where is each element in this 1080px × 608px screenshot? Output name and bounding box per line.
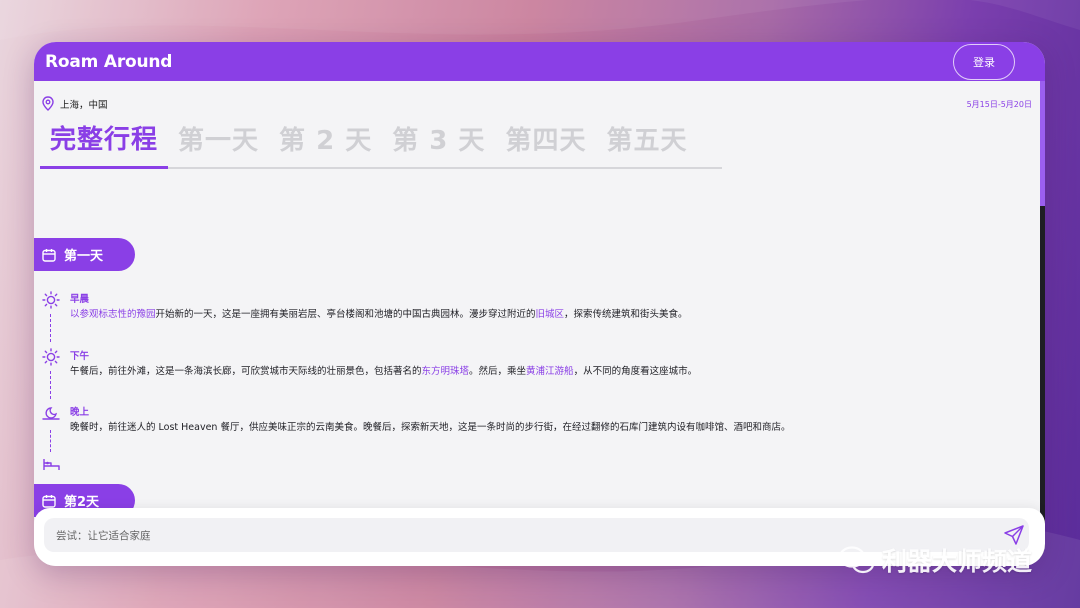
tab-day-4[interactable]: 第四天 (495, 120, 596, 167)
day-header-day-1: 第一天 (34, 238, 135, 271)
period-description: 午餐后，前往外滩，这是一条海滨长廊，可欣赏城市天际线的壮丽景色，包括著名的东方明… (70, 366, 698, 377)
period-label: 早晨 (70, 294, 90, 305)
sunset-icon (42, 407, 60, 420)
timeline-connector (50, 430, 51, 452)
location-text: 上海，中国 (60, 99, 108, 111)
map-pin-icon (42, 96, 54, 111)
app-header: Roam Around 登录 (34, 42, 1045, 81)
wechat-icon (838, 546, 875, 574)
login-button[interactable]: 登录 (953, 43, 1015, 80)
period-label: 晚上 (70, 407, 90, 418)
tab-full-itinerary[interactable]: 完整行程 (40, 119, 169, 169)
tab-day-2[interactable]: 第 2 天 (269, 120, 382, 167)
highlight-link[interactable]: 东方明珠塔 (422, 366, 470, 377)
period-description: 以参观标志性的豫园开始新的一天，这是一座拥有美丽岩层、亭台楼阁和池塘的中国古典园… (70, 309, 688, 320)
day-tabs: 完整行程 第一天 第 2 天 第 3 天 第四天 第五天 (40, 125, 722, 169)
sun-icon (42, 348, 60, 366)
highlight-link[interactable]: 旧城区 (536, 309, 565, 320)
tab-day-1[interactable]: 第一天 (168, 120, 269, 167)
timeline-connector (50, 314, 51, 342)
period-description: 晚餐时，前往迷人的 Lost Heaven 餐厅，供应美味正宗的云南美食。晚餐后… (70, 422, 791, 433)
highlight-link[interactable]: 黄浦江游船 (526, 366, 574, 377)
watermark-text: 利器大师频道 (882, 547, 1033, 576)
tab-day-3[interactable]: 第 3 天 (382, 120, 495, 167)
app-title[interactable]: Roam Around (45, 52, 172, 72)
calendar-icon (42, 494, 56, 508)
watermark: 利器大师频道 (838, 542, 1032, 578)
scrollbar-thumb[interactable] (1040, 81, 1045, 206)
bed-icon (43, 459, 60, 470)
timeline-connector (50, 371, 51, 399)
day-title: 第一天 (64, 249, 104, 264)
period-label: 下午 (70, 351, 90, 362)
date-range: 5月15日-5月20日 (966, 100, 1032, 109)
itinerary-panel: 上海，中国 5月15日-5月20日 完整行程 第一天 第 2 天 第 3 天 第… (34, 81, 1040, 566)
app-window: Roam Around 登录 上海，中国 5月15日-5月20日 完整行程 第一… (34, 42, 1045, 566)
highlight-link[interactable]: 以参观标志性的豫园 (70, 309, 156, 320)
calendar-icon (42, 248, 56, 262)
sun-icon (42, 291, 60, 309)
tab-day-5[interactable]: 第五天 (596, 120, 697, 167)
location-row: 上海，中国 (42, 96, 108, 111)
